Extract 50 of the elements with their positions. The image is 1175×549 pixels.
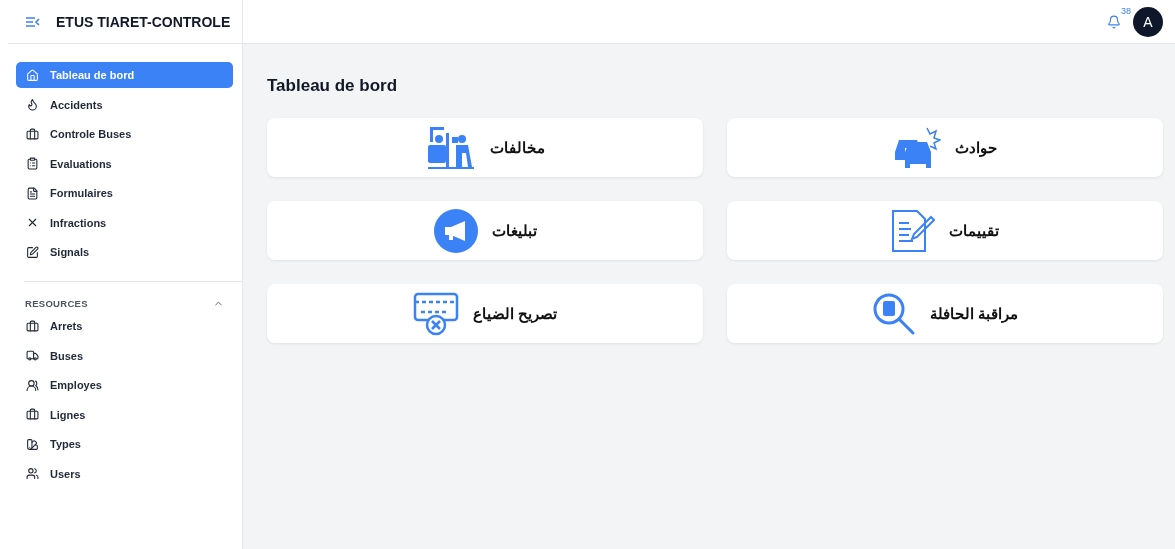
card-label: تصريح الضياع [472, 304, 558, 323]
sidebar-item[interactable]: Arrets [16, 313, 233, 339]
people-icon [26, 378, 39, 392]
sidebar-item[interactable]: Tableau de bord [16, 62, 233, 88]
sidebar-item[interactable]: Employes [16, 372, 233, 398]
card-cancel-icon [412, 291, 459, 336]
megaphone-icon [433, 208, 478, 253]
user-avatar[interactable]: A [1133, 6, 1163, 37]
menu-icon[interactable] [26, 16, 40, 27]
house-icon [26, 68, 39, 82]
sidebar-item[interactable]: Evaluations [16, 150, 233, 177]
dashboard-card[interactable]: تقييمات [727, 201, 1163, 260]
app-title: ETUS TIARET-CONTROLE [56, 13, 231, 30]
users-icon [26, 467, 39, 480]
briefcase-icon [26, 127, 39, 141]
page-title: Tableau de bord [267, 76, 399, 96]
card-label: مراقبة الحافلة [929, 304, 1019, 323]
edit-icon [26, 245, 39, 259]
sidebar-item[interactable]: Formulaires [16, 180, 233, 206]
dashboard-card[interactable]: تصريح الضياع [267, 284, 703, 343]
sidebar-item[interactable]: Accidents [16, 91, 233, 118]
swatch-icon [26, 437, 39, 451]
notification-icon[interactable] [1107, 14, 1121, 29]
card-label: تقييمات [949, 221, 999, 240]
sidebar-item[interactable]: Infractions [16, 209, 233, 236]
sidebar-item[interactable]: Types [16, 431, 233, 457]
close-icon [26, 216, 39, 229]
card-label: مخالفات [489, 138, 545, 157]
card-label: حوادث [955, 138, 997, 157]
briefcase-icon [26, 408, 39, 421]
briefcase-icon [26, 319, 39, 333]
clipboard-icon [26, 157, 39, 170]
dashboard-card[interactable]: مراقبة الحافلة [727, 284, 1163, 343]
sidebar-item[interactable]: Signals [16, 239, 233, 265]
car-crash-icon [893, 125, 941, 170]
sidebar-item[interactable]: Controle Buses [16, 121, 233, 147]
bus-search-icon [871, 291, 916, 336]
sidebar-item[interactable]: Users [16, 460, 233, 487]
sidebar-item[interactable]: Buses [16, 342, 233, 369]
dashboard-card[interactable]: حوادث [727, 118, 1163, 177]
dashboard-card[interactable]: مخالفات [267, 118, 703, 177]
document-icon [26, 186, 39, 200]
truck-icon [26, 349, 39, 362]
notification-count: 38 [1121, 5, 1131, 16]
sidebar-item[interactable]: Lignes [16, 401, 233, 428]
document-pen-icon [891, 208, 935, 253]
section-title: RESOURCES [25, 298, 88, 309]
flame-icon [26, 98, 39, 111]
card-label: تبليغات [491, 221, 537, 240]
dashboard-card[interactable]: تبليغات [267, 201, 703, 260]
